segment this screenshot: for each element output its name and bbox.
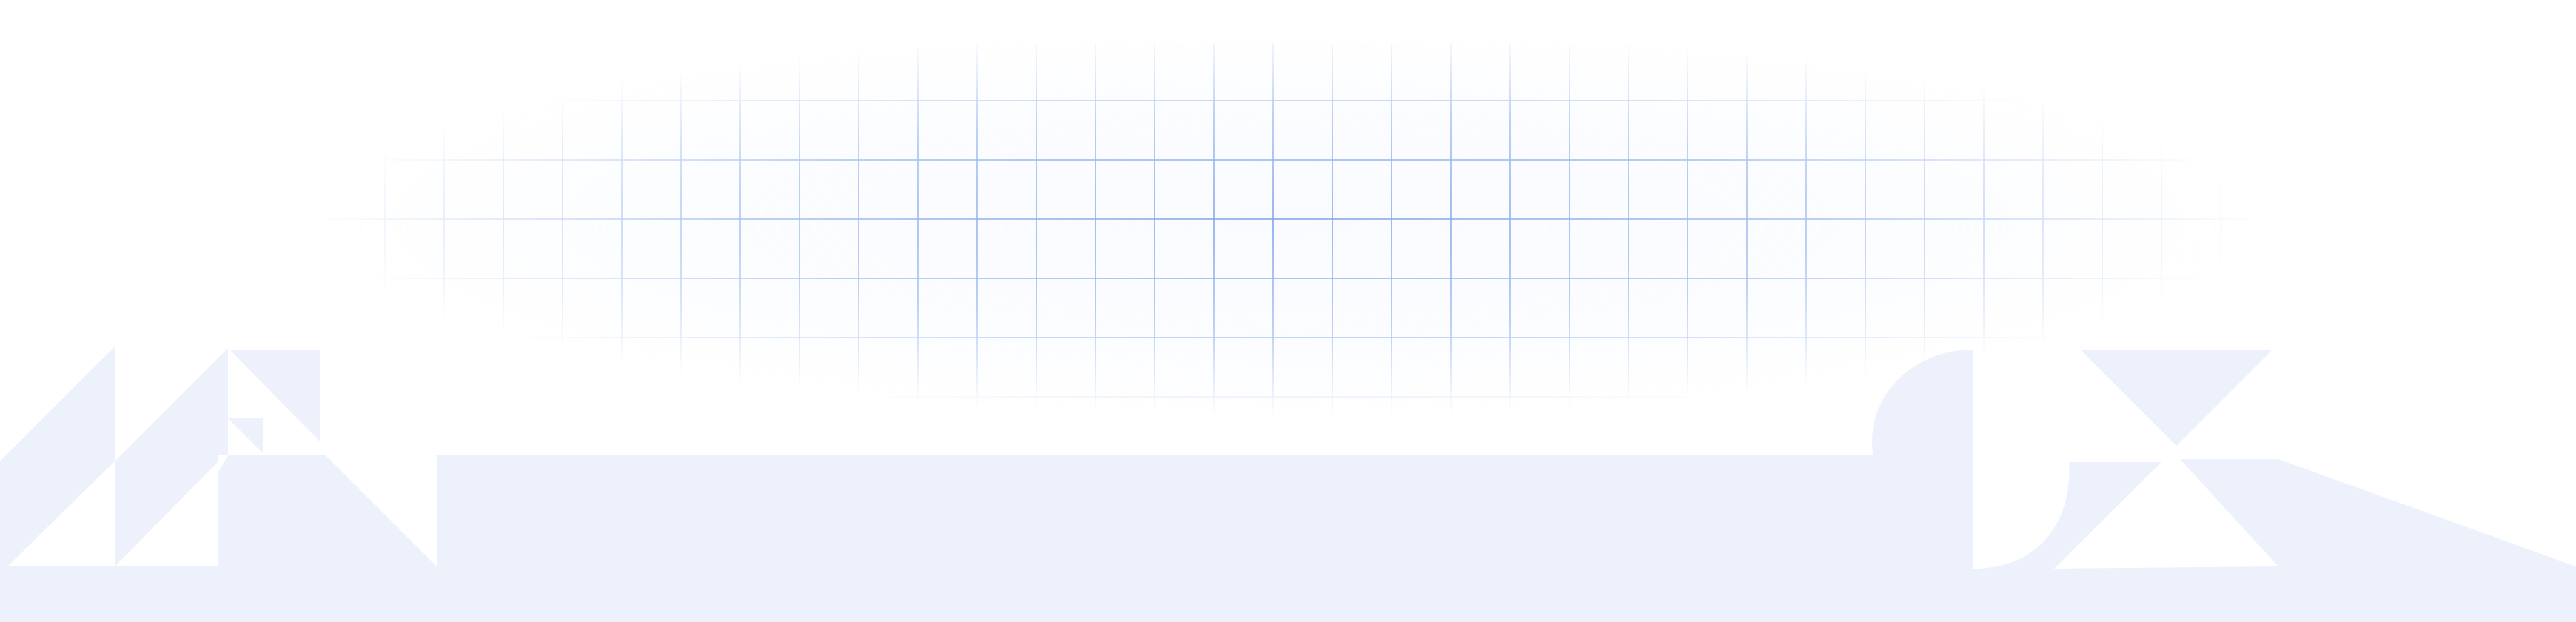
hero-background — [0, 0, 2576, 622]
middle-strip — [429, 455, 1880, 566]
geometric-band — [0, 347, 2576, 622]
small-square — [228, 418, 263, 453]
cutout-left-5 — [437, 350, 518, 455]
quarter-arc-1 — [1872, 350, 1973, 569]
